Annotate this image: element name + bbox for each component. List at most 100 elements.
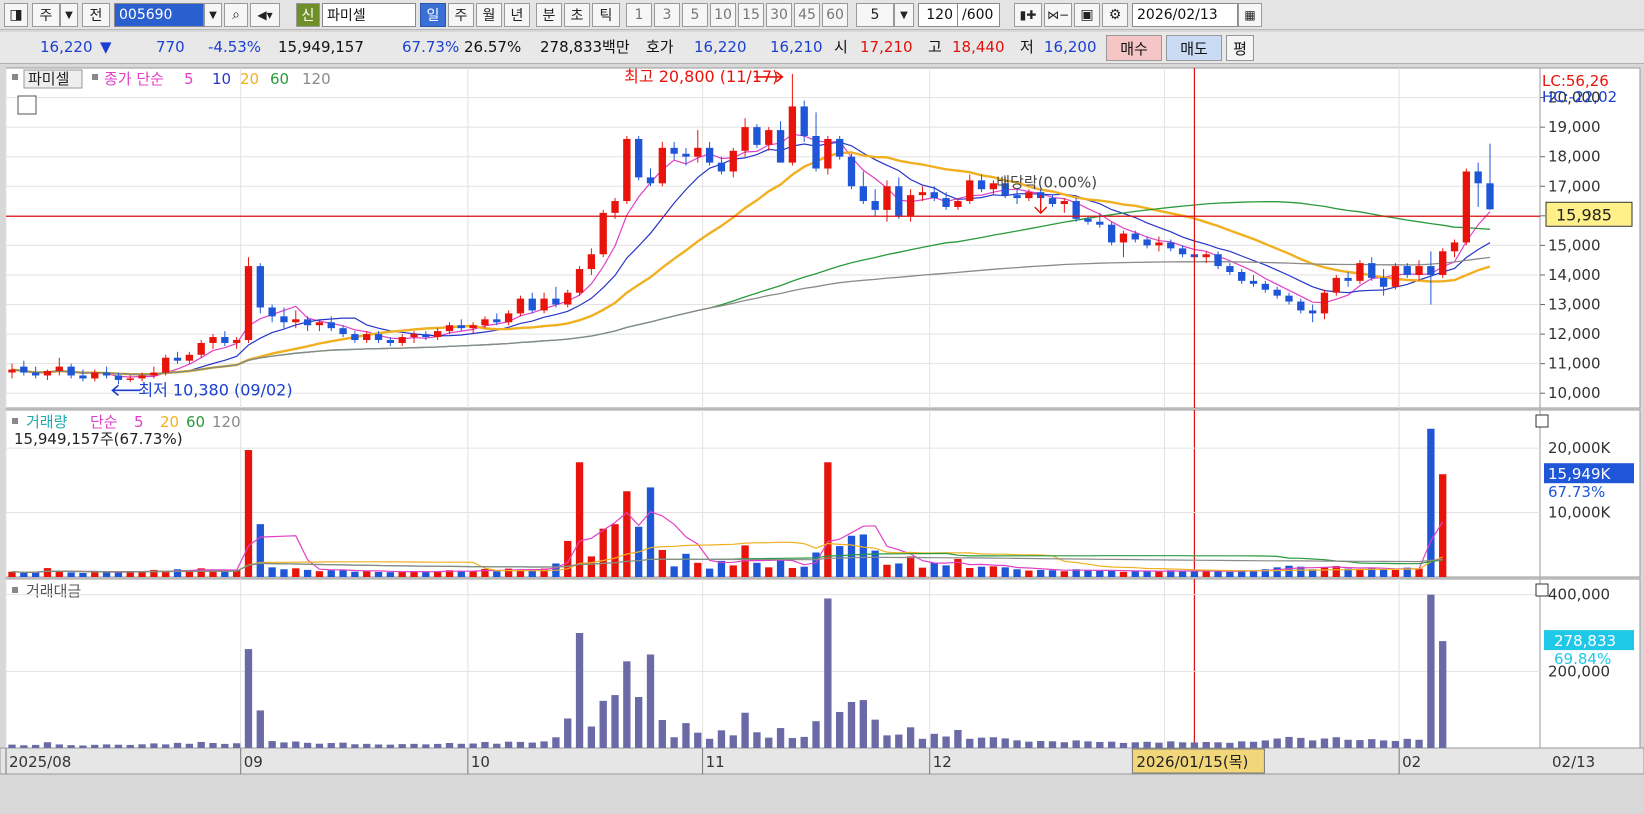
candle-body [244,266,253,340]
amount-bar [197,741,205,748]
period-year-tab[interactable]: 년 [504,3,530,27]
low-label: 저 [1020,38,1034,56]
price-tick-label: 12,000 [1548,325,1601,343]
volume-bar [1214,571,1222,577]
vol-ma5-legend: 5 [134,413,144,431]
stock-chart[interactable]: 20,00019,00018,00017,00016,00015,00014,0… [0,64,1644,814]
volume-bar [729,565,737,577]
down-arrow-icon: ▼ [100,38,112,56]
volume-bar [1013,569,1021,577]
min-60-button[interactable]: 60 [822,3,848,27]
type-dropdown-icon[interactable]: ▼ [60,3,78,27]
candle-body [55,366,63,372]
cursor-price-label: 15,985 [1556,205,1612,224]
zoom-in-icon[interactable]: ▮✚ [1014,3,1042,27]
volume-bar [824,462,832,577]
candle-body [1214,254,1222,267]
amount-bar [1285,736,1293,748]
type-select[interactable]: 주 [32,3,60,27]
candle-body [670,147,678,154]
volume-handle-icon [12,418,18,424]
new-badge[interactable]: 신 [296,3,320,27]
volume-series-label: 단순 [90,413,118,431]
amount-bar [469,743,477,748]
candle-body [339,328,347,335]
min-3-button[interactable]: 3 [654,3,680,27]
amount-bar [1320,738,1329,748]
tick-tab[interactable]: 틱 [592,3,620,27]
amount-bar [422,744,430,748]
stock-name-field[interactable]: 파미셀 [322,3,416,27]
amount-bar [67,745,75,748]
minute-tab[interactable]: 분 [536,3,562,27]
amount-value-label: 278,833 [1554,632,1616,650]
period-day-tab[interactable]: 일 [420,3,446,27]
zoom-out-icon[interactable]: ⋈− [1044,3,1072,27]
min-10-button[interactable]: 10 [710,3,736,27]
search-icon[interactable]: ⌕ [224,3,248,27]
amount-bar [102,744,111,748]
candle-body [552,298,560,305]
top-toolbar: ◨ 주 ▼ 전 005690 ▼ ⌕ ◀▾ 신 파미셀 일 주 월 년 분 초 … [0,0,1644,30]
candle-body [102,372,111,376]
candle-body [776,130,785,163]
min-1-button[interactable]: 1 [626,3,652,27]
min-30-button[interactable]: 30 [766,3,792,27]
chart-settings-icon[interactable]: ◨ [4,3,28,27]
custom-minute-dropdown-icon[interactable]: ▼ [894,3,914,27]
candle-body [185,354,194,361]
volume-bar [386,572,395,577]
amount-bar [327,743,335,748]
candle-body [8,369,16,373]
volume-bar [1001,567,1009,577]
stock-code-input[interactable]: 005690 [114,3,204,27]
date-input[interactable]: 2026/02/13 [1132,3,1238,27]
amount-bar [1261,740,1270,748]
volume-bar [694,562,702,577]
volume-tick-label: 20,000K [1548,439,1611,457]
candle-body [1379,277,1388,287]
amount-close-icon[interactable] [1535,583,1549,597]
amount-bar [398,744,406,748]
min-15-button[interactable]: 15 [738,3,764,27]
calendar-icon[interactable]: ▦ [1238,3,1262,27]
custom-minute-field[interactable]: 5 [856,3,894,27]
volume-bar [1096,570,1104,577]
amount-bar [895,734,903,748]
amount-bar [1439,641,1447,748]
candle-body [765,130,773,145]
eval-button[interactable]: 평 [1226,35,1254,61]
min-5-button[interactable]: 5 [682,3,708,27]
ma20-legend: 20 [240,70,259,88]
volume-bar [327,570,335,577]
open-label: 시 [834,38,848,56]
volume-bar [918,567,927,577]
min-45-button[interactable]: 45 [794,3,820,27]
prev-button[interactable]: 전 [82,3,110,27]
candle-body [1320,292,1329,314]
volume-bar [930,562,938,577]
sell-button[interactable]: 매도 [1166,35,1222,61]
vol-ma20-legend: 20 [160,413,179,431]
period-month-tab[interactable]: 월 [476,3,502,27]
volume-close-icon[interactable] [1535,414,1549,428]
volume-bar [374,571,383,577]
period-week-tab[interactable]: 주 [448,3,474,27]
price-tick-label: 18,000 [1548,148,1601,166]
candle-body [906,195,915,216]
gear-icon[interactable]: ⚙ [1102,3,1128,27]
buy-button[interactable]: 매수 [1106,35,1162,61]
candle-body [1273,289,1281,296]
candle-body [1048,198,1057,204]
sound-icon[interactable]: ◀▾ [250,3,280,27]
code-dropdown-icon[interactable]: ▼ [204,3,222,27]
amount-bar [836,711,844,748]
volume-bar [883,564,891,577]
bar-count-input[interactable]: 120 [918,3,958,27]
candle-body [1462,171,1471,243]
second-tab[interactable]: 초 [564,3,590,27]
candle-body [1084,218,1092,222]
volume-bar [493,571,501,577]
grid-toggle-icon[interactable] [17,95,37,115]
save-icon[interactable]: ▣ [1074,3,1100,27]
